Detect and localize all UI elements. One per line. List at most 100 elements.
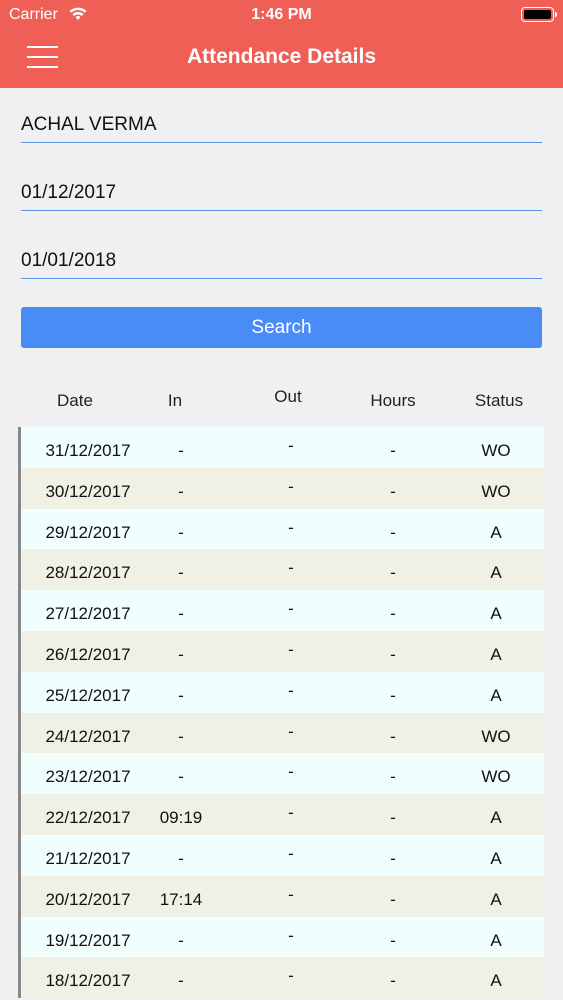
- cell-out: -: [288, 884, 294, 904]
- search-button[interactable]: Search: [21, 307, 542, 348]
- cell-in: -: [178, 726, 184, 746]
- cell-date: 24/12/2017: [45, 726, 131, 746]
- to-date-field[interactable]: [21, 239, 542, 279]
- column-header-hours: Hours: [370, 391, 416, 410]
- cell-date: 29/12/2017: [45, 522, 131, 542]
- cell-date: 28/12/2017: [45, 563, 131, 583]
- from-date-field[interactable]: [21, 171, 542, 211]
- cell-hours: -: [390, 808, 396, 828]
- cell-in: -: [178, 685, 184, 705]
- cell-hours: -: [390, 522, 396, 542]
- cell-status: A: [490, 522, 502, 542]
- cell-hours: -: [390, 971, 396, 991]
- cell-in: 17:14: [159, 889, 203, 909]
- cell-out: -: [288, 966, 294, 986]
- cell-status: A: [490, 644, 502, 664]
- column-header-status: Status: [474, 391, 524, 410]
- employee-name-field[interactable]: [21, 103, 542, 143]
- cell-out: -: [288, 721, 294, 741]
- cell-out: -: [288, 558, 294, 578]
- cell-status: A: [490, 930, 502, 950]
- table-row[interactable]: 23/12/2017 - - - WO: [18, 753, 544, 795]
- from-date-input[interactable]: [21, 171, 542, 210]
- cell-in: 09:19: [159, 808, 203, 828]
- cell-out: -: [288, 925, 294, 945]
- cell-status: A: [490, 604, 502, 624]
- cell-status: WO: [481, 481, 511, 501]
- table-row[interactable]: 24/12/2017 - - - WO: [18, 712, 544, 754]
- column-header-date: Date: [57, 391, 93, 410]
- status-time: 1:46 PM: [251, 6, 312, 23]
- cell-in: -: [178, 563, 184, 583]
- cell-out: -: [288, 436, 294, 455]
- column-header-out: Out: [274, 387, 302, 406]
- cell-hours: -: [390, 889, 396, 909]
- employee-name-input[interactable]: [21, 103, 542, 142]
- battery-icon: [521, 7, 557, 22]
- cell-date: 30/12/2017: [45, 481, 131, 501]
- cell-date: 21/12/2017: [45, 848, 131, 868]
- cell-date: 22/12/2017: [45, 808, 131, 828]
- cell-in: -: [178, 441, 184, 460]
- cell-status: WO: [481, 767, 511, 787]
- cell-status: A: [490, 848, 502, 868]
- cell-status: WO: [481, 726, 511, 746]
- status-bar: Carrier 1:46 PM: [0, 0, 563, 30]
- table-row[interactable]: 22/12/2017 09:19 - - A: [18, 794, 544, 835]
- table-row[interactable]: 31/12/2017 - - - WO: [18, 427, 544, 468]
- cell-status: A: [490, 685, 502, 705]
- cell-in: -: [178, 767, 184, 787]
- table-row[interactable]: 21/12/2017 - - - A: [18, 834, 544, 876]
- cell-date: 18/12/2017: [45, 971, 131, 991]
- cell-in: -: [178, 971, 184, 991]
- table-row[interactable]: 28/12/2017 - - - A: [18, 549, 544, 591]
- cell-date: 20/12/2017: [45, 889, 131, 909]
- table-row[interactable]: 18/12/2017 - - - A: [18, 957, 544, 999]
- cell-date: 31/12/2017: [45, 441, 131, 460]
- cell-in: -: [178, 604, 184, 624]
- cell-out: -: [288, 599, 294, 619]
- cell-date: 25/12/2017: [45, 685, 131, 705]
- column-header-in: In: [167, 391, 183, 410]
- cell-status: A: [490, 808, 502, 828]
- table-row[interactable]: 26/12/2017 - - - A: [18, 630, 544, 672]
- table-row[interactable]: 27/12/2017 - - - A: [18, 590, 544, 631]
- to-date-input[interactable]: [21, 239, 542, 278]
- cell-out: -: [288, 639, 294, 659]
- table-row[interactable]: 25/12/2017 - - - A: [18, 671, 544, 713]
- cell-out: -: [288, 517, 294, 537]
- cell-status: A: [490, 563, 502, 583]
- cell-hours: -: [390, 644, 396, 664]
- cell-out: -: [288, 843, 294, 863]
- cell-date: 27/12/2017: [45, 604, 131, 624]
- cell-out: -: [288, 476, 294, 496]
- cell-status: A: [490, 971, 502, 991]
- attendance-table: 31/12/2017 - - - WO 30/12/2017 - - - WO 29/12/2017…: [18, 427, 544, 999]
- cell-in: -: [178, 644, 184, 664]
- cell-hours: -: [390, 767, 396, 787]
- table-row[interactable]: 19/12/2017 - - - A: [18, 916, 544, 958]
- table-row[interactable]: 30/12/2017 - - - WO: [18, 467, 544, 509]
- cell-hours: -: [390, 726, 396, 746]
- cell-hours: -: [390, 848, 396, 868]
- cell-in: -: [178, 848, 184, 868]
- cell-date: 23/12/2017: [45, 767, 131, 787]
- table-row[interactable]: 29/12/2017 - - - A: [18, 508, 544, 550]
- page-title: Attendance Details: [186, 45, 377, 68]
- nav-header: Carrier 1:46 PM Attendance Details: [0, 0, 563, 88]
- cell-date: 19/12/2017: [45, 930, 131, 950]
- cell-in: -: [178, 522, 184, 542]
- cell-hours: -: [390, 563, 396, 583]
- table-row[interactable]: 20/12/2017 17:14 - - A: [18, 875, 544, 917]
- cell-out: -: [288, 803, 294, 823]
- cell-hours: -: [390, 441, 396, 460]
- cell-out: -: [288, 762, 294, 782]
- cell-hours: -: [390, 685, 396, 705]
- cell-hours: -: [390, 604, 396, 624]
- cell-out: -: [288, 680, 294, 700]
- cell-status: WO: [481, 441, 511, 460]
- cell-hours: -: [390, 481, 396, 501]
- cell-in: -: [178, 481, 184, 501]
- cell-hours: -: [390, 930, 396, 950]
- cell-status: A: [490, 889, 502, 909]
